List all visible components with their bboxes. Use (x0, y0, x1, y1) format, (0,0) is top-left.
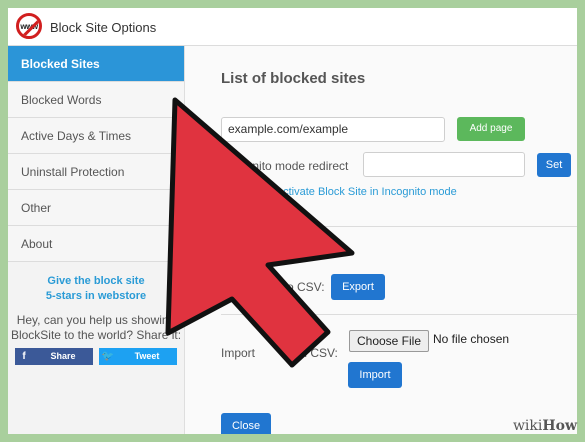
facebook-share-label: Share (50, 351, 76, 361)
facebook-icon: f (22, 351, 26, 362)
main-panel: List of blocked sites example.com/exampl… (185, 46, 577, 434)
app-window: www Block Site Options Blocked Sites Blo… (8, 8, 577, 434)
no-file-chosen-text: No file chosen (433, 332, 510, 346)
share-buttons: f Share 🐦 Tweet (8, 348, 184, 365)
sidebar-item-uninstall-protection[interactable]: Uninstall Protection (8, 154, 184, 190)
watermark-wiki: wiki (512, 418, 543, 434)
import-label-end: m CSV: (297, 346, 338, 360)
twitter-icon: 🐦 (101, 351, 115, 362)
share-text-line2: BlockSite to the world? Share it: (10, 328, 182, 342)
window-title: Block Site Options (50, 20, 157, 35)
export-button[interactable]: Export (331, 274, 385, 300)
title-bar: www Block Site Options (8, 8, 577, 46)
sidebar: Blocked Sites Blocked Words Active Days … (8, 46, 185, 434)
share-text-line1: Hey, can you help us showing (16, 313, 176, 327)
import-button[interactable]: Import (348, 362, 402, 388)
block-site-logo: www (16, 13, 42, 39)
blocked-site-input[interactable]: example.com/example (221, 117, 445, 142)
section-divider (221, 226, 577, 227)
export-label-end: o CSV: (287, 280, 325, 294)
rate-link-line1[interactable]: Give the block site (8, 274, 184, 289)
sidebar-item-other[interactable]: Other (8, 190, 184, 226)
twitter-tweet-button[interactable]: 🐦 Tweet (99, 348, 177, 365)
sidebar-item-blocked-words[interactable]: Blocked Words (8, 82, 184, 118)
close-button[interactable]: Close (221, 413, 271, 434)
import-label-start: Import (221, 346, 256, 360)
incognito-redirect-label: cognito mode redirect (233, 159, 349, 173)
incognito-redirect-input[interactable] (363, 152, 525, 177)
sidebar-item-active-days-times[interactable]: Active Days & Times (8, 118, 184, 154)
page-title: List of blocked sites (221, 70, 366, 87)
activate-incognito-link[interactable]: activate Block Site in Incognito mode (277, 186, 457, 198)
facebook-share-button[interactable]: f Share (15, 348, 93, 365)
sidebar-item-blocked-sites[interactable]: Blocked Sites (8, 46, 184, 82)
sidebar-item-about[interactable]: About (8, 226, 184, 262)
set-button[interactable]: Set (537, 153, 571, 177)
add-page-button[interactable]: Add page (457, 117, 525, 141)
promo-section: Give the block site 5-stars in webstore … (8, 274, 184, 365)
choose-file-button[interactable]: Choose File (349, 330, 429, 352)
watermark-how: How (542, 418, 577, 434)
section-divider (221, 314, 577, 315)
rate-link-line2[interactable]: 5-stars in webstore (8, 289, 184, 304)
wikihow-watermark: wikiHow (513, 418, 577, 434)
twitter-tweet-label: Tweet (134, 351, 160, 361)
export-label-start: E (221, 280, 230, 294)
